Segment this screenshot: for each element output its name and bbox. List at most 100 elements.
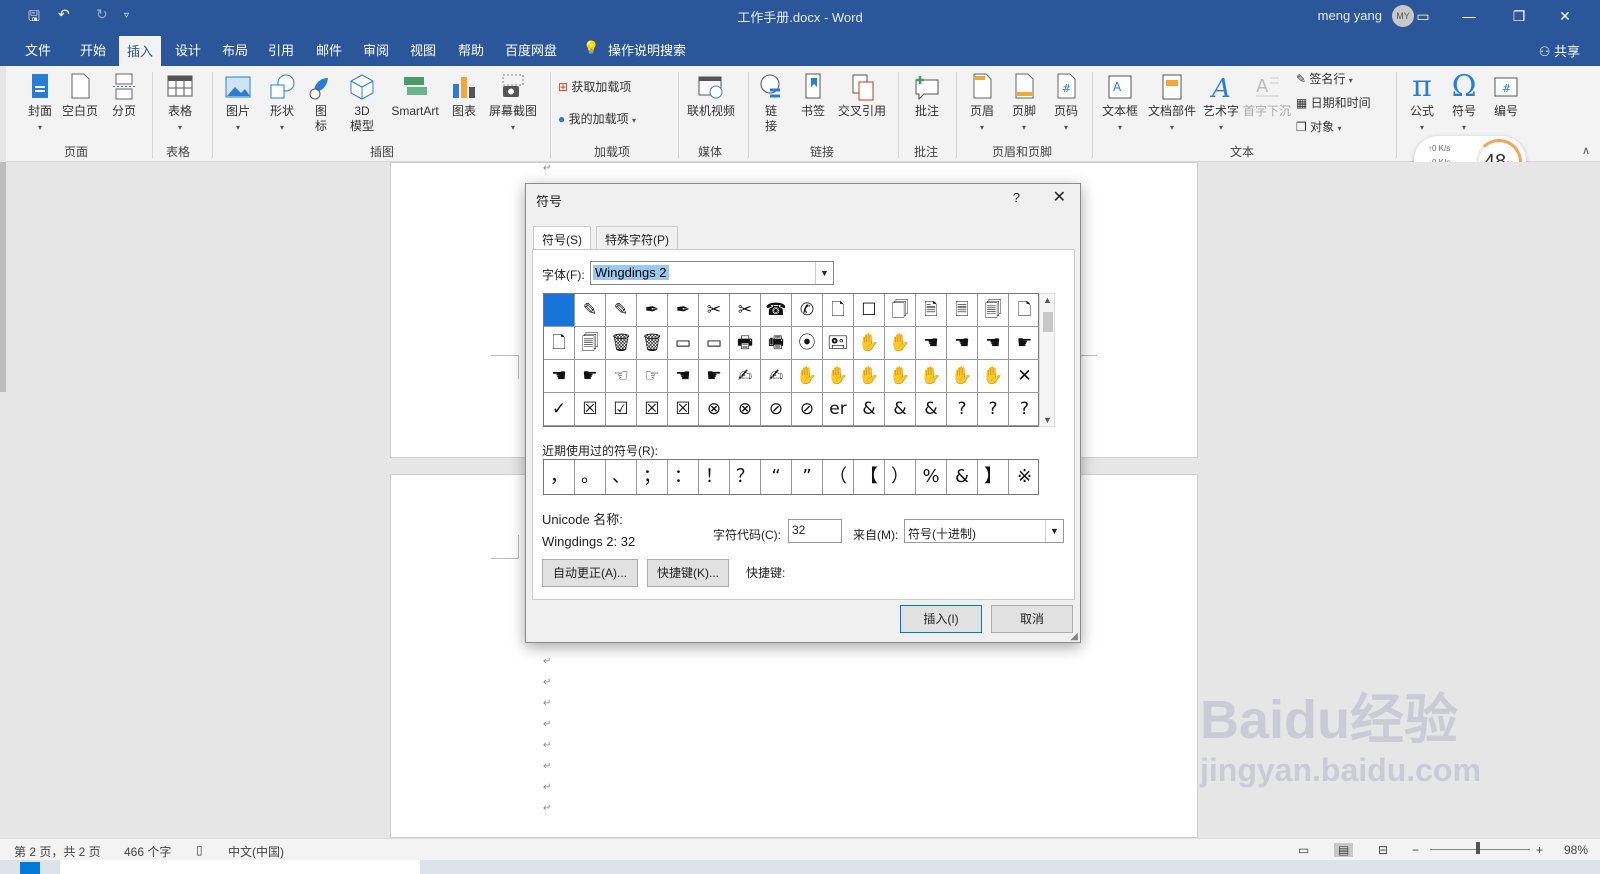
page-break-button[interactable]: 分页: [106, 72, 142, 119]
symbol-cell[interactable]: 🖶: [730, 327, 761, 360]
symbol-cell[interactable]: ✋: [885, 360, 916, 393]
symbol-cell[interactable]: ✋: [792, 360, 823, 393]
zoom-level[interactable]: 98%: [1564, 843, 1588, 857]
symbol-cell[interactable]: ✋: [854, 360, 885, 393]
symbol-cell[interactable]: 🗍: [885, 294, 916, 327]
smartart-button[interactable]: SmartArt: [386, 72, 444, 119]
symbol-cell[interactable]: ☚: [978, 327, 1009, 360]
tab-insert[interactable]: 插入: [119, 36, 162, 66]
symbol-cell[interactable]: ✋: [823, 360, 854, 393]
cross-reference-button[interactable]: 交叉引用: [834, 72, 890, 119]
header-button[interactable]: 页眉 ▾: [964, 72, 1000, 135]
read-mode-icon[interactable]: ▭: [1298, 843, 1309, 857]
recent-symbol-cell[interactable]: %: [916, 460, 947, 494]
comment-button[interactable]: 批注: [906, 72, 948, 119]
tab-help[interactable]: 帮助: [458, 40, 484, 59]
recent-symbol-cell[interactable]: 【: [854, 460, 885, 494]
symbol-cell[interactable]: 🗎: [916, 294, 947, 327]
recent-symbol-cell[interactable]: ※: [1009, 460, 1040, 494]
symbol-cell[interactable]: ✍: [761, 360, 792, 393]
symbol-cell[interactable]: 🗑: [606, 327, 637, 360]
symbol-cell[interactable]: 🗏: [947, 294, 978, 327]
my-addins-button[interactable]: ● 我的加载项 ▾: [558, 112, 668, 128]
symbol-cell[interactable]: 🗋: [823, 294, 854, 327]
symbol-cell[interactable]: ⦿: [792, 327, 823, 360]
recent-symbol-cell[interactable]: ；: [637, 460, 668, 494]
symbol-cell[interactable]: ☛: [699, 360, 730, 393]
scroll-down-icon[interactable]: ▼: [1043, 415, 1052, 425]
tab-home[interactable]: 开始: [80, 40, 106, 59]
symbol-cell[interactable]: ?: [1009, 393, 1040, 426]
scroll-thumb[interactable]: [1043, 312, 1053, 332]
bookmark-button[interactable]: 书签: [796, 72, 830, 119]
picture-button[interactable]: 图片 ▾: [220, 72, 256, 135]
from-select[interactable]: 符号(十进制) ▼: [904, 519, 1064, 543]
symbol-cell[interactable]: [544, 294, 575, 327]
cancel-button[interactable]: 取消: [991, 605, 1073, 633]
recent-symbol-cell[interactable]: 】: [978, 460, 1009, 494]
word-count[interactable]: 466 个字: [124, 843, 171, 860]
symbol-cell[interactable]: 🗐: [978, 294, 1009, 327]
symbol-cell[interactable]: 🖭: [823, 327, 854, 360]
tab-special-characters[interactable]: 特殊字符(P): [596, 226, 678, 250]
recent-symbol-cell[interactable]: ，: [544, 460, 575, 494]
symbol-cell[interactable]: &: [885, 393, 916, 426]
symbol-cell[interactable]: ☒: [575, 393, 606, 426]
insert-button[interactable]: 插入(I): [900, 605, 982, 633]
recent-symbol-cell[interactable]: ）: [885, 460, 916, 494]
dialog-close-button[interactable]: ✕: [1053, 187, 1066, 207]
symbol-cell[interactable]: ⊘: [761, 393, 792, 426]
symbol-cell[interactable]: ✒: [668, 294, 699, 327]
quick-parts-button[interactable]: 文档部件 ▾: [1146, 72, 1198, 135]
resize-grip-icon[interactable]: ◢: [1070, 631, 1078, 642]
recent-symbol-cell[interactable]: ！: [699, 460, 730, 494]
symbol-cell[interactable]: ☜: [606, 360, 637, 393]
recent-symbol-cell[interactable]: 。: [575, 460, 606, 494]
char-code-input[interactable]: 32: [788, 519, 842, 543]
recent-symbols-grid[interactable]: ，。、；：！？ “” （【）% &】 ※: [543, 459, 1039, 495]
chart-button[interactable]: 图表: [448, 72, 480, 119]
tab-design[interactable]: 设计: [175, 40, 201, 59]
textbox-button[interactable]: A 文本框 ▾: [1098, 72, 1142, 135]
symbol-cell[interactable]: ☛: [575, 360, 606, 393]
recent-symbol-cell[interactable]: 、: [606, 460, 637, 494]
recent-symbol-cell[interactable]: （: [823, 460, 854, 494]
equation-button[interactable]: π 公式 ▾: [1404, 70, 1440, 135]
recent-symbol-cell[interactable]: ：: [668, 460, 699, 494]
tab-symbols[interactable]: 符号(S): [533, 226, 591, 251]
recent-symbol-cell[interactable]: ”: [792, 460, 823, 494]
tab-view[interactable]: 视图: [410, 40, 436, 59]
symbol-button[interactable]: Ω 符号 ▾: [1446, 70, 1482, 135]
symbol-cell[interactable]: &: [854, 393, 885, 426]
tell-me-search[interactable]: 操作说明搜索: [608, 40, 686, 59]
symbol-cell[interactable]: ?: [947, 393, 978, 426]
symbol-cell[interactable]: 🖷: [761, 327, 792, 360]
font-select[interactable]: Wingdings 2 ▼: [590, 261, 834, 285]
symbol-cell[interactable]: ☐: [854, 294, 885, 327]
wordart-button[interactable]: A 艺术字 ▾: [1200, 72, 1242, 135]
symbol-cell[interactable]: ✋: [885, 327, 916, 360]
symbol-cell[interactable]: ☞: [637, 360, 668, 393]
symbol-cell[interactable]: ▭: [668, 327, 699, 360]
tab-file[interactable]: 文件: [25, 40, 51, 59]
symbol-cell[interactable]: 🗋: [1009, 294, 1040, 327]
symbol-cell[interactable]: ✓: [544, 393, 575, 426]
symbol-cell[interactable]: ☚: [668, 360, 699, 393]
help-button[interactable]: ?: [1013, 190, 1020, 205]
symbol-cell[interactable]: ☒: [668, 393, 699, 426]
zoom-out-icon[interactable]: −: [1412, 843, 1419, 857]
symbol-cell[interactable]: 🗋: [544, 327, 575, 360]
zoom-in-icon[interactable]: +: [1536, 843, 1543, 857]
symbol-cell[interactable]: ⊘: [792, 393, 823, 426]
share-button[interactable]: ⚇ 共享: [1539, 41, 1580, 60]
get-addins-button[interactable]: ⊞ 获取加载项: [558, 80, 668, 95]
autocorrect-button[interactable]: 自动更正(A)...: [542, 559, 638, 587]
screenshot-button[interactable]: 屏幕截图 ▾: [484, 72, 542, 135]
windows-start-icon[interactable]: [20, 862, 40, 874]
symbol-cell[interactable]: ?: [978, 393, 1009, 426]
tab-layout[interactable]: 布局: [222, 40, 248, 59]
tab-mailings[interactable]: 邮件: [316, 40, 342, 59]
symbol-cell[interactable]: ☚: [544, 360, 575, 393]
shortcut-key-button[interactable]: 快捷键(K)...: [647, 559, 729, 587]
symbol-cell[interactable]: ✋: [916, 360, 947, 393]
